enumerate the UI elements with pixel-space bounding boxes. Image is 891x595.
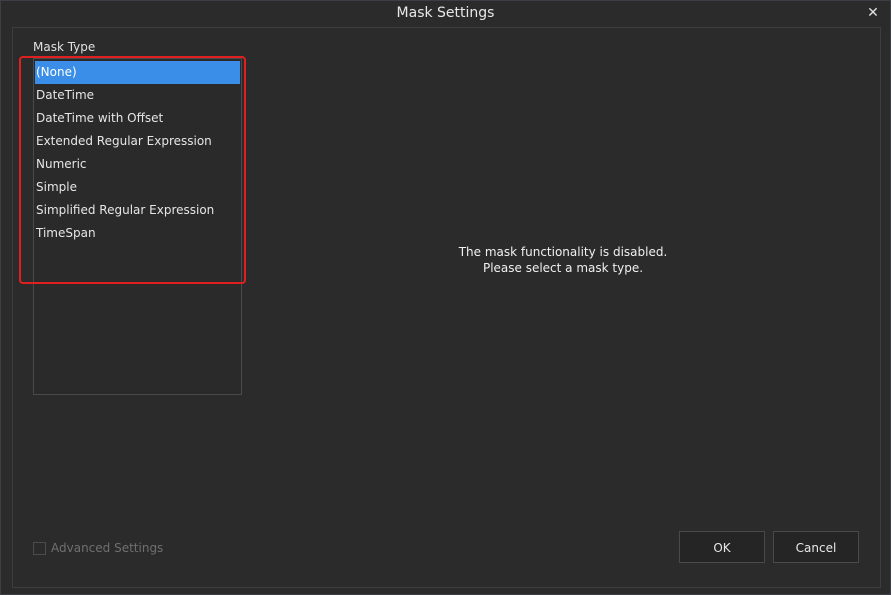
list-item-none[interactable]: (None) bbox=[35, 61, 240, 84]
mask-type-label: Mask Type bbox=[33, 40, 96, 54]
list-item-simple[interactable]: Simple bbox=[35, 176, 240, 199]
list-item-datetime-with-offset[interactable]: DateTime with Offset bbox=[35, 107, 240, 130]
mask-settings-dialog: Mask Settings ✕ Mask Type (None) DateTim… bbox=[0, 0, 891, 595]
list-item-datetime[interactable]: DateTime bbox=[35, 84, 240, 107]
content-panel: Mask Type (None) DateTime DateTime with … bbox=[12, 27, 881, 588]
list-item-numeric[interactable]: Numeric bbox=[35, 153, 240, 176]
message-line-2: Please select a mask type. bbox=[482, 261, 644, 275]
title-bar: Mask Settings ✕ bbox=[1, 1, 890, 27]
advanced-settings-label: Advanced Settings bbox=[51, 541, 164, 555]
message-line-1: The mask functionality is disabled. bbox=[458, 245, 668, 259]
ok-button[interactable]: OK bbox=[679, 531, 765, 563]
dialog-title: Mask Settings bbox=[396, 5, 495, 21]
list-item-simplified-regex[interactable]: Simplified Regular Expression bbox=[35, 199, 240, 222]
checkbox-icon[interactable] bbox=[33, 541, 46, 555]
advanced-settings-checkbox[interactable]: Advanced Settings bbox=[33, 541, 163, 555]
close-icon[interactable]: ✕ bbox=[864, 4, 882, 22]
list-item-timespan[interactable]: TimeSpan bbox=[35, 222, 240, 245]
list-item-extended-regex[interactable]: Extended Regular Expression bbox=[35, 130, 240, 153]
mask-type-listbox[interactable]: (None) DateTime DateTime with Offset Ext… bbox=[33, 58, 242, 395]
cancel-button[interactable]: Cancel bbox=[773, 531, 859, 563]
disabled-message: The mask functionality is disabled. Plea… bbox=[413, 244, 713, 276]
